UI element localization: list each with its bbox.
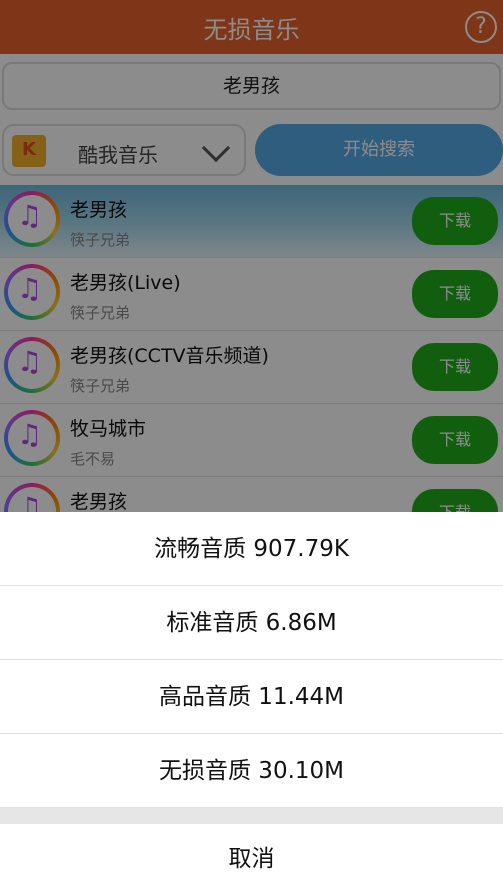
quality-option-high[interactable]: 高品音质 11.44M: [0, 660, 503, 734]
quality-action-sheet: 流畅音质 907.79K 标准音质 6.86M 高品音质 11.44M 无损音质…: [0, 512, 503, 880]
cancel-button[interactable]: 取消: [0, 824, 503, 880]
quality-option-smooth[interactable]: 流畅音质 907.79K: [0, 512, 503, 586]
quality-option-lossless[interactable]: 无损音质 30.10M: [0, 734, 503, 808]
quality-option-standard[interactable]: 标准音质 6.86M: [0, 586, 503, 660]
sheet-divider: [0, 808, 503, 824]
